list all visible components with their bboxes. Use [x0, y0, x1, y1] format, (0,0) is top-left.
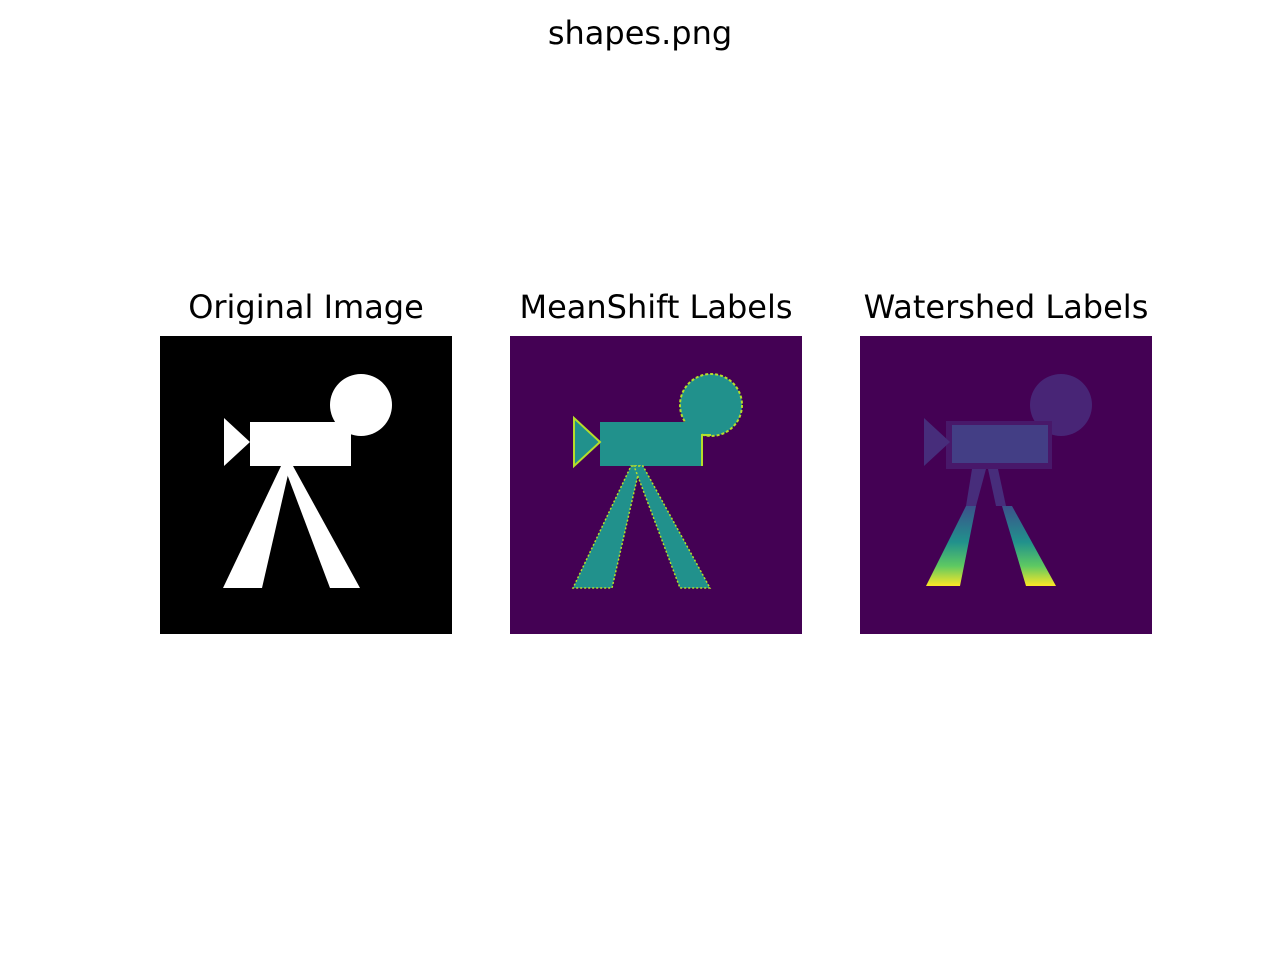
- original-image: [160, 336, 452, 634]
- camera-body: [600, 422, 702, 466]
- watershed-labels-image: [860, 336, 1152, 634]
- image-background: [160, 336, 452, 634]
- panel-title-original: Original Image: [188, 288, 424, 326]
- camera-body: [250, 422, 351, 466]
- image-background: [860, 336, 1152, 634]
- panel-title-meanshift: MeanShift Labels: [519, 288, 793, 326]
- camera-body: [952, 425, 1048, 463]
- meanshift-labels-image: [510, 336, 802, 634]
- panel-title-watershed: Watershed Labels: [863, 288, 1149, 326]
- figure-title: shapes.png: [547, 14, 733, 52]
- image-background: [510, 336, 802, 634]
